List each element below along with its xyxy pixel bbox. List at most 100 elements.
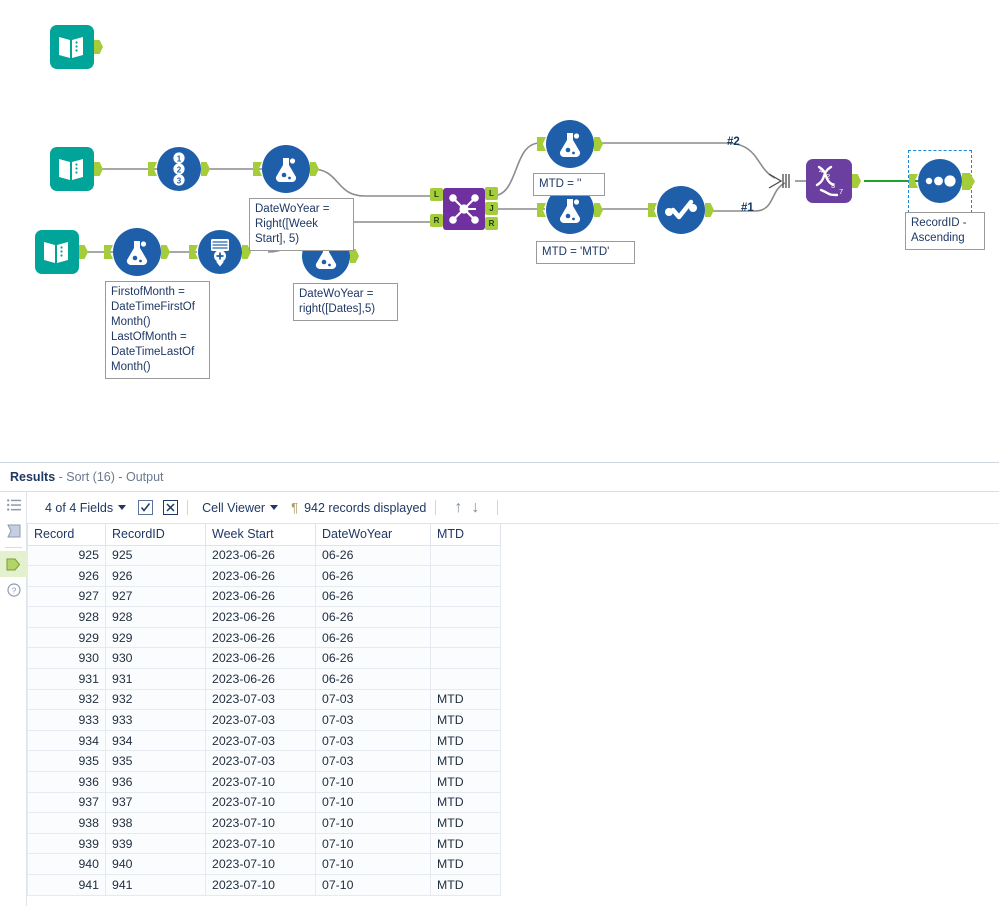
cell-week-start[interactable]: 2023-06-26 <box>205 544 316 567</box>
cell-recordid[interactable]: 933 <box>105 709 206 731</box>
select-tool[interactable] <box>648 186 714 234</box>
cell-record[interactable]: 938 <box>27 812 106 834</box>
cell-recordid[interactable]: 931 <box>105 668 206 690</box>
join-right-input-anchor[interactable]: R <box>430 214 443 227</box>
cell-recordid[interactable]: 937 <box>105 791 206 814</box>
record-id-tool[interactable]: 1 2 3 <box>148 147 210 191</box>
cell-datewoyear[interactable]: 06-26 <box>315 544 431 567</box>
table-row[interactable]: 935 935 2023-07-03 07-03 MTD <box>27 750 501 773</box>
pilcrow-icon[interactable]: ¶ <box>291 500 298 515</box>
cell-recordid[interactable]: 932 <box>105 688 206 711</box>
input-data-tool-3[interactable] <box>35 230 88 274</box>
generate-rows-tool[interactable] <box>189 230 251 274</box>
cell-week-start[interactable]: 2023-07-10 <box>205 812 316 834</box>
cell-week-start[interactable]: 2023-06-26 <box>205 647 316 670</box>
cell-recordid[interactable]: 939 <box>105 832 206 855</box>
cell-record[interactable]: 941 <box>27 874 106 896</box>
cell-recordid[interactable]: 936 <box>105 771 206 793</box>
cell-week-start[interactable]: 2023-07-10 <box>205 874 316 896</box>
table-row[interactable]: 937 937 2023-07-10 07-10 MTD <box>27 791 501 814</box>
cell-mtd[interactable]: MTD <box>430 709 501 731</box>
join-right-output-anchor[interactable]: R <box>485 217 498 230</box>
cell-week-start[interactable]: 2023-06-26 <box>205 668 316 690</box>
cell-week-start[interactable]: 2023-07-03 <box>205 729 316 752</box>
browse-tool[interactable] <box>909 159 975 203</box>
column-header-mtd[interactable]: MTD <box>430 524 501 546</box>
table-row[interactable]: 938 938 2023-07-10 07-10 MTD <box>27 812 501 834</box>
table-row[interactable]: 939 939 2023-07-10 07-10 MTD <box>27 832 501 855</box>
cell-record[interactable]: 930 <box>27 647 106 670</box>
cell-record[interactable]: 925 <box>27 544 106 567</box>
table-row[interactable]: 930 930 2023-06-26 06-26 <box>27 647 501 670</box>
cell-record[interactable]: 928 <box>27 606 106 628</box>
table-row[interactable]: 927 927 2023-06-26 06-26 <box>27 585 501 608</box>
cell-week-start[interactable]: 2023-07-10 <box>205 791 316 814</box>
cell-mtd[interactable] <box>430 544 501 567</box>
cell-week-start[interactable]: 2023-07-03 <box>205 750 316 773</box>
cell-week-start[interactable]: 2023-06-26 <box>205 626 316 649</box>
cell-week-start[interactable]: 2023-07-10 <box>205 853 316 875</box>
input-data-tool-2[interactable] <box>50 147 103 191</box>
cell-record[interactable]: 940 <box>27 853 106 875</box>
cell-mtd[interactable] <box>430 606 501 628</box>
formula-tool-2[interactable] <box>104 228 170 276</box>
cell-datewoyear[interactable]: 07-03 <box>315 688 431 711</box>
fields-selector[interactable]: 4 of 4 Fields <box>40 501 131 515</box>
help-icon[interactable]: ? <box>0 577 27 603</box>
cell-record[interactable]: 929 <box>27 626 106 649</box>
workflow-canvas[interactable]: 1 2 3 L R L J R 4 2 3 7 FirstofMonth = D… <box>0 0 999 462</box>
join-join-output-anchor[interactable]: J <box>485 202 498 215</box>
formula-tool-1[interactable] <box>253 145 319 193</box>
cell-mtd[interactable]: MTD <box>430 812 501 834</box>
cell-week-start[interactable]: 2023-07-03 <box>205 709 316 731</box>
cell-mtd[interactable] <box>430 626 501 649</box>
cell-datewoyear[interactable]: 06-26 <box>315 606 431 628</box>
table-row[interactable]: 933 933 2023-07-03 07-03 MTD <box>27 709 501 731</box>
cell-recordid[interactable]: 926 <box>105 565 206 587</box>
column-header-datewoyear[interactable]: DateWoYear <box>315 524 431 546</box>
cell-mtd[interactable] <box>430 647 501 670</box>
cell-recordid[interactable]: 938 <box>105 812 206 834</box>
cell-datewoyear[interactable]: 07-03 <box>315 709 431 731</box>
cell-mtd[interactable] <box>430 565 501 587</box>
table-row[interactable]: 925 925 2023-06-26 06-26 <box>27 544 501 567</box>
table-row[interactable]: 929 929 2023-06-26 06-26 <box>27 626 501 649</box>
cell-record[interactable]: 937 <box>27 791 106 814</box>
join-tool[interactable]: L R L J R <box>430 187 498 230</box>
cell-week-start[interactable]: 2023-06-26 <box>205 565 316 587</box>
cell-record[interactable]: 936 <box>27 771 106 793</box>
cell-record[interactable]: 927 <box>27 585 106 608</box>
cell-datewoyear[interactable]: 07-03 <box>315 750 431 773</box>
cell-datewoyear[interactable]: 06-26 <box>315 565 431 587</box>
table-row[interactable]: 941 941 2023-07-10 07-10 MTD <box>27 874 501 896</box>
join-left-input-anchor[interactable]: L <box>430 188 443 201</box>
cell-mtd[interactable]: MTD <box>430 832 501 855</box>
cell-recordid[interactable]: 930 <box>105 647 206 670</box>
metadata-icon[interactable] <box>0 518 27 544</box>
table-row[interactable]: 928 928 2023-06-26 06-26 <box>27 606 501 628</box>
formula-tool-top[interactable] <box>537 120 603 168</box>
cell-recordid[interactable]: 928 <box>105 606 206 628</box>
cell-week-start[interactable]: 2023-07-03 <box>205 688 316 711</box>
cell-mtd[interactable]: MTD <box>430 853 501 875</box>
cell-record[interactable]: 931 <box>27 668 106 690</box>
cell-record[interactable]: 934 <box>27 729 106 752</box>
uncheck-all-button[interactable] <box>163 500 179 515</box>
cell-mtd[interactable]: MTD <box>430 750 501 773</box>
scroll-up-button[interactable]: ↑ <box>454 499 462 517</box>
cell-record[interactable]: 935 <box>27 750 106 773</box>
column-header-recordid[interactable]: RecordID <box>105 524 206 546</box>
cell-mtd[interactable] <box>430 585 501 608</box>
input-data-tool-1[interactable] <box>50 25 103 69</box>
cell-datewoyear[interactable]: 06-26 <box>315 647 431 670</box>
cell-recordid[interactable]: 925 <box>105 544 206 567</box>
cell-recordid[interactable]: 940 <box>105 853 206 875</box>
column-header-week-start[interactable]: Week Start <box>205 524 316 546</box>
table-row[interactable]: 926 926 2023-06-26 06-26 <box>27 565 501 587</box>
cell-record[interactable]: 932 <box>27 688 106 711</box>
cell-mtd[interactable]: MTD <box>430 729 501 752</box>
cell-recordid[interactable]: 941 <box>105 874 206 896</box>
cell-datewoyear[interactable]: 07-10 <box>315 853 431 875</box>
field-list-icon[interactable] <box>0 492 27 518</box>
scroll-down-button[interactable]: ↓ <box>471 499 479 517</box>
